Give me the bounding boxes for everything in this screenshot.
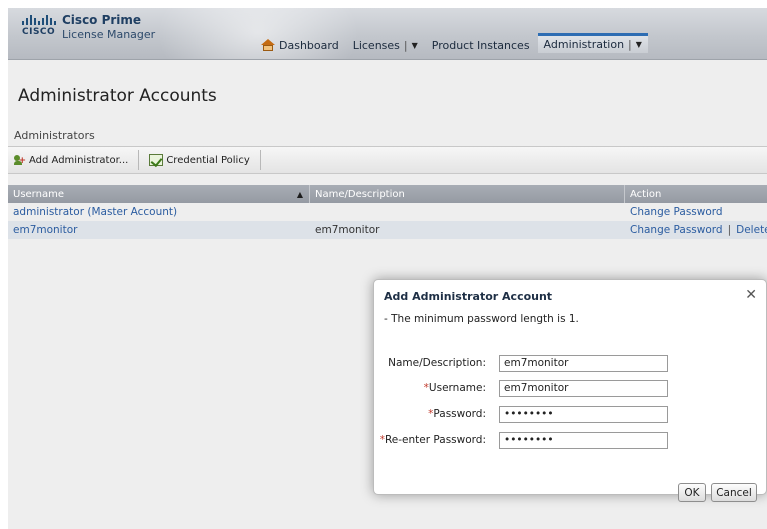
form-row-name: Name/Description: [374, 353, 766, 373]
column-header-name-label: Name/Description [315, 188, 405, 200]
toolbar-divider [259, 150, 261, 170]
nav-product-instances[interactable]: Product Instances [432, 36, 530, 54]
form-row-username: *Username: [374, 378, 766, 398]
reenter-password-field[interactable] [499, 431, 668, 449]
username-field-label: *Username: [423, 382, 486, 394]
close-icon[interactable]: ✕ [745, 287, 757, 303]
section-title: Administrators [14, 129, 95, 142]
credential-policy-button[interactable]: Credential Policy [143, 149, 255, 171]
nav-product-instances-label: Product Instances [431, 38, 530, 52]
sort-ascending-icon[interactable]: ▲ [297, 190, 303, 199]
nav-dashboard-label: Dashboard [279, 38, 339, 52]
cisco-logo: CISCO [22, 15, 58, 41]
add-administrator-label: Add Administrator... [29, 154, 129, 166]
dialog-note: - The minimum password length is 1. [384, 313, 579, 325]
cisco-logo-bars-icon [22, 15, 58, 25]
action-separator: | [727, 224, 732, 236]
nav-licenses-label: Licenses [352, 38, 400, 52]
reenter-password-field-label: *Re-enter Password: [379, 434, 486, 446]
main-nav: Dashboard Licenses | ▼ Product Instances… [261, 33, 662, 54]
administrators-table: Username ▲ Name/Description Action admin… [8, 185, 767, 239]
nav-licenses[interactable]: Licenses | ▼ [353, 36, 418, 54]
nav-administration[interactable]: Administration | ▼ [537, 33, 648, 53]
column-header-username-label: Username [13, 188, 64, 200]
add-user-icon: + [14, 155, 26, 166]
chevron-down-icon[interactable]: ▼ [412, 41, 418, 50]
password-field[interactable] [499, 405, 668, 423]
name-cell: em7monitor [315, 224, 380, 236]
column-header-action-label: Action [630, 188, 662, 200]
change-password-link[interactable]: Change Password [630, 206, 723, 218]
table-row: administrator (Master Account) Change Pa… [8, 203, 767, 221]
delete-link[interactable]: Delete [736, 224, 767, 236]
cisco-logo-word: CISCO [22, 27, 56, 37]
home-icon [261, 39, 275, 51]
app-title: Cisco Prime [62, 13, 142, 27]
nav-dashboard[interactable]: Dashboard [261, 36, 339, 54]
username-link[interactable]: em7monitor [13, 224, 77, 236]
add-administrator-dialog: Add Administrator Account ✕ - The minimu… [373, 279, 767, 502]
add-administrator-button[interactable]: + Add Administrator... [8, 149, 134, 171]
page-title: Administrator Accounts [18, 86, 217, 106]
app-subtitle: License Manager [62, 28, 156, 41]
password-field-label: *Password: [428, 408, 486, 420]
credential-policy-icon [149, 154, 164, 166]
column-header-action: Action [625, 185, 767, 203]
app-header: CISCO Cisco Prime License Manager Dashbo… [8, 8, 767, 60]
table-header: Username ▲ Name/Description Action [8, 185, 767, 203]
column-header-username[interactable]: Username ▲ [8, 185, 310, 203]
username-link[interactable]: administrator (Master Account) [13, 206, 177, 218]
ok-button[interactable]: OK [678, 483, 706, 502]
nav-separator: | [403, 38, 408, 52]
table-row: em7monitor em7monitor Change Password | … [8, 221, 767, 239]
username-field[interactable] [499, 379, 668, 397]
credential-policy-label: Credential Policy [166, 154, 250, 166]
form-row-reenter: *Re-enter Password: [374, 430, 766, 450]
nav-administration-label: Administration [543, 38, 625, 51]
app-window: CISCO Cisco Prime License Manager Dashbo… [8, 8, 767, 529]
nav-separator: | [628, 38, 632, 51]
toolbar: + Add Administrator... Credential Policy [8, 146, 767, 174]
toolbar-divider [138, 150, 140, 170]
dialog-title: Add Administrator Account [384, 290, 553, 303]
name-field-label: Name/Description: [388, 357, 486, 369]
column-header-name[interactable]: Name/Description [310, 185, 625, 203]
chevron-down-icon[interactable]: ▼ [636, 40, 642, 49]
change-password-link[interactable]: Change Password [630, 224, 723, 236]
name-description-field[interactable] [499, 354, 668, 372]
form-row-password: *Password: [374, 404, 766, 424]
cancel-button[interactable]: Cancel [711, 483, 757, 502]
